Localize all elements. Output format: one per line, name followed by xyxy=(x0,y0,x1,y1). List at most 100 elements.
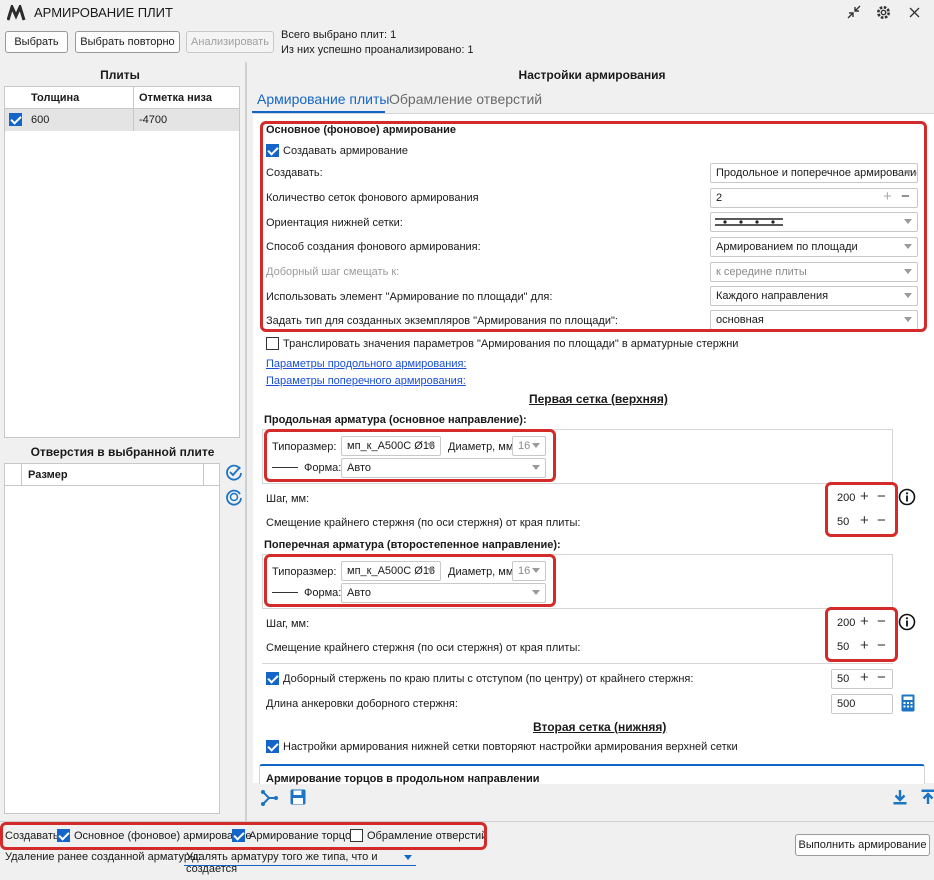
trans-step-label: Шаг, мм: xyxy=(266,618,310,630)
gear-icon[interactable] xyxy=(875,4,892,21)
long-step-minus[interactable]: − xyxy=(877,489,886,504)
extra-bar-checkbox[interactable] xyxy=(266,672,279,685)
long-offset-plus[interactable]: + xyxy=(860,513,869,528)
trans-step-plus[interactable]: + xyxy=(860,614,869,629)
repeat-settings-label: Настройки армирования нижней сетки повто… xyxy=(283,741,738,753)
deselect-openings-icon[interactable] xyxy=(225,488,243,506)
trans-offset-input[interactable]: 50 + − xyxy=(831,637,893,657)
share-icon[interactable] xyxy=(260,789,278,807)
col-thickness[interactable]: Толщина xyxy=(31,92,79,104)
long-form-select[interactable]: Авто xyxy=(341,458,546,478)
collapse-icon[interactable] xyxy=(847,5,861,19)
trans-type-select[interactable]: мп_к_А500С Ø16 xyxy=(341,561,441,581)
bottom-mesh-orientation-select[interactable] xyxy=(710,212,918,232)
title-bar: АРМИРОВАНИЕ ПЛИТ xyxy=(0,0,934,26)
long-offset-minus[interactable]: − xyxy=(877,513,886,528)
trans-diam-label: Диаметр, мм: xyxy=(448,566,517,578)
area-type-label: Задать тип для созданных экземпляров "Ар… xyxy=(266,315,618,327)
trans-form-select[interactable]: Авто xyxy=(341,583,546,603)
upload-icon[interactable] xyxy=(921,789,934,805)
close-icon[interactable] xyxy=(909,7,920,18)
footer-openings-checkbox[interactable] xyxy=(350,829,363,842)
create-reinforcement-checkbox[interactable] xyxy=(266,144,279,157)
create-mode-label: Создавать: xyxy=(266,167,323,179)
trans-step-input[interactable]: 200 + − xyxy=(831,613,893,633)
trans-offset-minus[interactable]: − xyxy=(877,638,886,653)
tab-slab-reinforcement[interactable]: Армирование плиты xyxy=(257,91,389,107)
delete-mode-select[interactable]: Удалять арматуру того же типа, что и соз… xyxy=(184,848,416,875)
ends-title: Армирование торцов в продольном направле… xyxy=(266,773,540,785)
settings-title: Настройки армирования xyxy=(518,68,666,82)
bottom-mesh-orientation-label: Ориентация нижней сетки: xyxy=(266,217,403,229)
select-all-openings-icon[interactable] xyxy=(225,463,243,481)
trans-type-label: Типоразмер: xyxy=(272,566,337,578)
app-logo-icon xyxy=(7,5,26,21)
trans-offset-plus[interactable]: + xyxy=(860,638,869,653)
left-divider[interactable] xyxy=(245,62,247,822)
anchor-length-input[interactable]: 500 xyxy=(831,694,893,714)
table-row[interactable]: 600 -4700 xyxy=(5,109,239,131)
base-title: Основное (фоновое) армирование xyxy=(266,124,457,136)
extra-bar-plus[interactable]: + xyxy=(860,670,869,685)
save-icon[interactable] xyxy=(290,789,306,805)
download-icon[interactable] xyxy=(893,789,907,805)
mesh-count-input[interactable]: 2 + − xyxy=(710,188,918,208)
extra-bar-label: Доборный стержень по краю плиты с отступ… xyxy=(283,673,694,685)
creation-method-select[interactable]: Армированием по площади xyxy=(710,237,918,257)
trans-form-line-icon xyxy=(272,592,298,593)
openings-table: Размер xyxy=(4,463,220,814)
delete-label: Удаление ранее созданной арматуры: xyxy=(5,851,201,863)
longitudinal-params-link[interactable]: Параметры продольного армирования: xyxy=(266,358,466,370)
repeat-settings-checkbox[interactable] xyxy=(266,740,279,753)
info-icon[interactable] xyxy=(898,613,916,631)
analyze-button[interactable]: Анализировать xyxy=(186,31,274,53)
select-button[interactable]: Выбрать xyxy=(5,31,68,53)
trans-diam-select[interactable]: 16 xyxy=(512,561,546,581)
long-step-plus[interactable]: + xyxy=(860,489,869,504)
long-step-input[interactable]: 200 + − xyxy=(831,488,893,508)
transverse-params-link[interactable]: Параметры поперечного армирования: xyxy=(266,375,466,387)
extra-bar-input[interactable]: 50 + − xyxy=(831,669,893,689)
area-element-usage-label: Использовать элемент "Армирование по пло… xyxy=(266,291,553,303)
long-form-label: Форма: xyxy=(304,462,342,474)
extra-step-select[interactable]: к середине плиты xyxy=(710,262,918,282)
slabs-table: Толщина Отметка низа 600 -4700 xyxy=(4,86,240,438)
long-type-select[interactable]: мп_к_А500С Ø16 xyxy=(341,436,441,456)
footer-base-checkbox[interactable] xyxy=(57,829,70,842)
col-elevation[interactable]: Отметка низа xyxy=(139,92,212,104)
long-offset-label: Смещение крайнего стержня (по оси стержн… xyxy=(266,517,581,529)
slabs-header: Толщина Отметка низа xyxy=(5,87,239,109)
status-total: Всего выбрано плит: 1 xyxy=(281,29,397,41)
run-reinforcement-button[interactable]: Выполнить армирование xyxy=(795,834,930,856)
mesh-orientation-icon xyxy=(715,218,783,226)
tab-openings-framing[interactable]: Обрамление отверстий xyxy=(389,91,542,107)
creation-method-label: Способ создания фонового армирования: xyxy=(266,241,481,253)
anchor-length-label: Длина анкеровки доборного стержня: xyxy=(266,698,458,710)
reselect-button[interactable]: Выбрать повторно xyxy=(75,31,180,53)
create-mode-select[interactable]: Продольное и поперечное армирование xyxy=(710,163,918,183)
footer-ends-checkbox[interactable] xyxy=(232,829,245,842)
calculator-icon[interactable] xyxy=(901,694,915,712)
area-type-select[interactable]: основная xyxy=(710,310,918,330)
row-checkbox[interactable] xyxy=(9,113,22,126)
divider xyxy=(262,663,893,664)
mesh-count-minus[interactable]: − xyxy=(901,189,910,204)
cell-elevation: -4700 xyxy=(139,114,168,126)
info-icon[interactable] xyxy=(898,488,916,506)
col-size[interactable]: Размер xyxy=(28,469,68,481)
extra-bar-minus[interactable]: − xyxy=(877,670,886,685)
second-mesh-title: Вторая сетка (нижняя) xyxy=(533,720,667,734)
mesh-count-plus[interactable]: + xyxy=(883,189,892,204)
create-reinforcement-label: Создавать армирование xyxy=(283,145,409,157)
ends-section-header: Армирование торцов в продольном направле… xyxy=(259,764,925,785)
longitudinal-title: Продольная арматура (основное направлени… xyxy=(264,414,527,426)
long-offset-input[interactable]: 50 + − xyxy=(831,512,893,532)
area-element-usage-select[interactable]: Каждого направления xyxy=(710,286,918,306)
long-diam-select[interactable]: 16 xyxy=(512,436,546,456)
settings-scroll[interactable]: Основное (фоновое) армирование Создавать… xyxy=(253,113,934,785)
long-step-label: Шаг, мм: xyxy=(266,493,310,505)
footer-ends-label: Армирование торцов xyxy=(249,830,357,842)
translate-params-checkbox[interactable] xyxy=(266,337,279,350)
trans-step-minus[interactable]: − xyxy=(877,614,886,629)
slabs-title: Плиты xyxy=(100,68,140,82)
